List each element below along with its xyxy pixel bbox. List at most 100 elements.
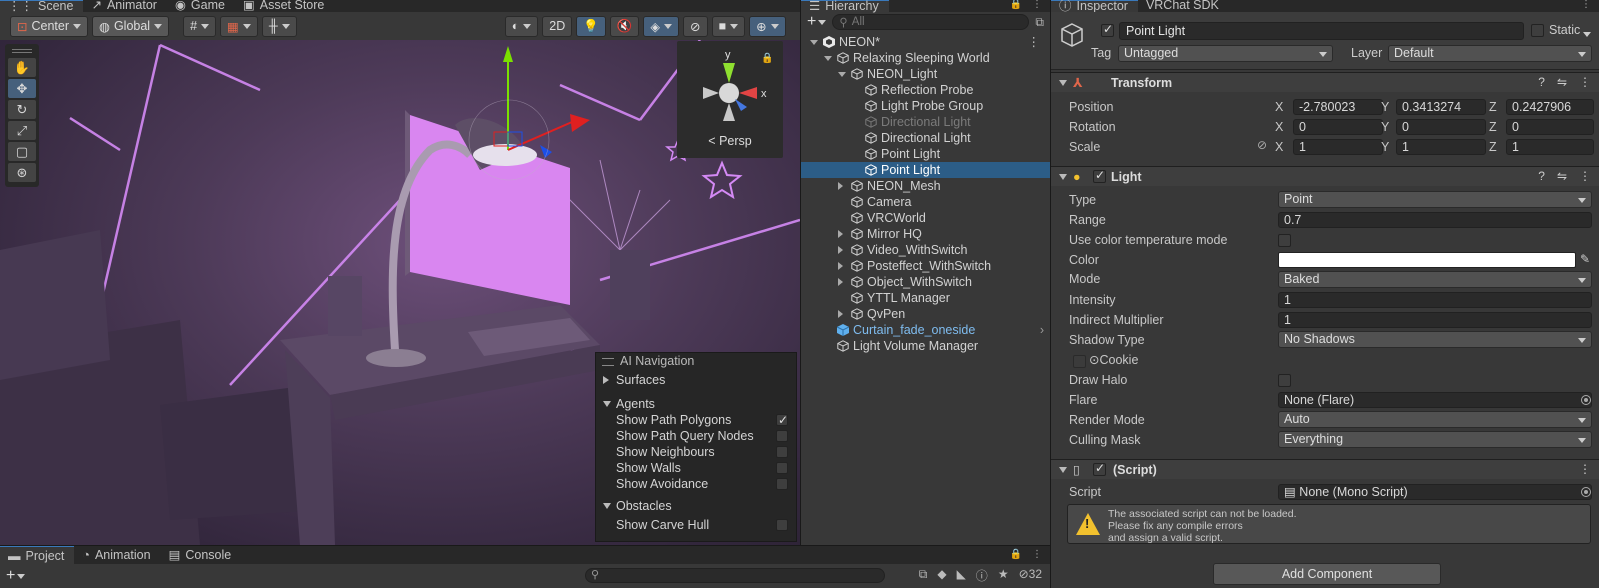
- hierarchy-item[interactable]: Relaxing Sleeping World: [801, 50, 1050, 66]
- expand-arrow-open-icon[interactable]: [824, 56, 832, 61]
- hierarchy-item[interactable]: Directional Light: [801, 130, 1050, 146]
- static-dropdown[interactable]: [1583, 26, 1591, 40]
- grid-snap-button[interactable]: #: [183, 15, 217, 37]
- obstacles-foldout[interactable]: Obstacles: [596, 498, 796, 514]
- kebab-icon[interactable]: ⋮: [1579, 169, 1591, 183]
- hierarchy-item[interactable]: Point Light: [801, 146, 1050, 162]
- kebab-icon[interactable]: ⋮: [1032, 550, 1042, 560]
- kebab-icon[interactable]: ⋮: [1028, 34, 1041, 50]
- expand-arrow-closed-icon[interactable]: [838, 182, 843, 190]
- axis-label-x[interactable]: X: [1275, 118, 1283, 136]
- tab-scene[interactable]: ⋮⋮ Scene: [0, 0, 84, 12]
- camera-dropdown[interactable]: ■: [711, 15, 746, 37]
- axis-label-z[interactable]: Z: [1489, 138, 1497, 156]
- hierarchy-item[interactable]: Point Light: [801, 162, 1050, 178]
- option-show-walls[interactable]: Show Walls: [596, 460, 796, 476]
- tab-animation[interactable]: ◔ Animation: [74, 546, 160, 564]
- cookie-foldout-checkbox[interactable]: [1073, 355, 1086, 368]
- script-picker-icon[interactable]: [1581, 487, 1591, 497]
- eyedropper-icon[interactable]: ✎: [1580, 252, 1590, 266]
- hierarchy-item[interactable]: Light Volume Manager: [801, 338, 1050, 354]
- scene-viewport[interactable]: ✋ ✥ ↻ ⤢ ▢ ⊛ y x 🔒 < Persp AI Navigation …: [0, 40, 800, 545]
- audio-toggle[interactable]: 🔇: [609, 15, 640, 37]
- kebab-icon[interactable]: ⋮: [1579, 75, 1591, 89]
- orientation-gizmo[interactable]: y x 🔒 < Persp: [677, 41, 783, 158]
- option-show-avoidance[interactable]: Show Avoidance: [596, 476, 796, 492]
- tab-project[interactable]: ▬ Project: [0, 546, 75, 564]
- position-z-field[interactable]: 0.2427906: [1506, 99, 1594, 115]
- help-icon[interactable]: ?: [1538, 75, 1545, 89]
- hierarchy-item[interactable]: Mirror HQ: [801, 226, 1050, 242]
- favorite-icon[interactable]: ★: [998, 567, 1009, 584]
- hierarchy-item[interactable]: Curtain_fade_oneside ›: [801, 322, 1050, 338]
- rotation-y-field[interactable]: 0: [1396, 119, 1486, 135]
- preset-icon[interactable]: ⇋: [1557, 169, 1567, 183]
- script-enabled-checkbox[interactable]: [1093, 461, 1106, 476]
- object-name-field[interactable]: Point Light: [1119, 22, 1524, 40]
- project-search-input[interactable]: ⚲: [585, 568, 885, 583]
- toggle-2d-button[interactable]: 2D: [542, 15, 573, 37]
- tag-dropdown[interactable]: Untagged: [1118, 45, 1333, 62]
- range-field[interactable]: 0.7: [1278, 212, 1592, 228]
- tab-animator[interactable]: ↗ Animator: [83, 0, 167, 12]
- kebab-icon[interactable]: ⋮: [1032, 0, 1042, 10]
- light-header[interactable]: ● Light ?⇋⋮: [1051, 166, 1599, 186]
- hierarchy-item[interactable]: VRCWorld: [801, 210, 1050, 226]
- position-x-field[interactable]: -2.780023: [1293, 99, 1383, 115]
- hierarchy-item[interactable]: Camera: [801, 194, 1050, 210]
- light-enabled-checkbox[interactable]: [1093, 168, 1106, 183]
- axis-label-x[interactable]: X: [1275, 138, 1283, 156]
- draw-mode-dropdown[interactable]: ◐: [504, 15, 539, 37]
- hierarchy-item[interactable]: QvPen: [801, 306, 1050, 322]
- overlay-title[interactable]: AI Navigation: [596, 353, 796, 369]
- agents-foldout[interactable]: Agents: [596, 396, 796, 412]
- transform-header[interactable]: ⅄ Transform ? ⇋ ⋮: [1051, 72, 1599, 92]
- draw-halo-checkbox[interactable]: [1278, 374, 1291, 387]
- scale-z-field[interactable]: 1: [1506, 139, 1594, 155]
- chevron-right-icon[interactable]: ›: [1040, 322, 1044, 338]
- hierarchy-search-input[interactable]: ⚲ All: [832, 14, 1030, 30]
- constrain-proportions-icon[interactable]: ⊘: [1257, 138, 1267, 152]
- expand-arrow-closed-icon[interactable]: [838, 246, 843, 254]
- hierarchy-item[interactable]: Object_WithSwitch: [801, 274, 1050, 290]
- rect-tool-button[interactable]: ▢: [8, 142, 36, 161]
- scale-x-field[interactable]: 1: [1293, 139, 1383, 155]
- tab-vrchat-sdk[interactable]: VRChat SDK: [1138, 0, 1229, 12]
- static-checkbox[interactable]: [1531, 24, 1544, 37]
- tab-hierarchy[interactable]: ☰ Hierarchy: [801, 0, 889, 12]
- culling-mask-dropdown[interactable]: Everything: [1278, 431, 1592, 448]
- create-button[interactable]: +: [807, 13, 827, 31]
- show-path-polygons-checkbox[interactable]: [776, 412, 788, 428]
- expand-arrow-open-icon[interactable]: [838, 72, 846, 77]
- hierarchy-item[interactable]: NEON* ⋮: [801, 34, 1050, 50]
- rotation-z-field[interactable]: 0: [1506, 119, 1594, 135]
- lock-icon[interactable]: 🔒: [1010, 0, 1022, 10]
- hierarchy-item[interactable]: Directional Light: [801, 114, 1050, 130]
- option-show-path-polygons[interactable]: Show Path Polygons: [596, 412, 796, 428]
- warning-filter-icon[interactable]: ⓘ: [976, 567, 988, 584]
- scale-tool-button[interactable]: ⤢: [8, 121, 36, 140]
- script-field[interactable]: ▤ None (Mono Script): [1278, 484, 1592, 500]
- hand-tool-button[interactable]: ✋: [8, 58, 36, 77]
- show-walls-checkbox[interactable]: [776, 462, 788, 474]
- ruler-button[interactable]: ╫: [261, 15, 297, 37]
- kebab-icon[interactable]: ⋮: [1581, 0, 1591, 10]
- intensity-field[interactable]: 1: [1278, 292, 1592, 308]
- render-mode-dropdown[interactable]: Auto: [1278, 411, 1592, 428]
- layer-dropdown[interactable]: Default: [1388, 45, 1592, 62]
- gizmos-dropdown[interactable]: ⊕: [749, 15, 786, 37]
- hierarchy-item[interactable]: Video_WithSwitch: [801, 242, 1050, 258]
- expand-arrow-closed-icon[interactable]: [838, 262, 843, 270]
- tab-inspector[interactable]: ⓘ Inspector: [1051, 0, 1138, 12]
- surfaces-foldout[interactable]: Surfaces: [596, 372, 796, 388]
- option-show-carve-hull[interactable]: Show Carve Hull: [596, 517, 796, 533]
- filter-icon[interactable]: ⧉: [1035, 15, 1044, 30]
- mode-dropdown[interactable]: Baked: [1278, 271, 1592, 288]
- rotate-tool-button[interactable]: ↻: [8, 100, 36, 119]
- option-show-neighbours[interactable]: Show Neighbours: [596, 444, 796, 460]
- effects-dropdown[interactable]: ◈: [643, 15, 680, 37]
- position-y-field[interactable]: 0.3413274: [1396, 99, 1486, 115]
- expand-arrow-open-icon[interactable]: [810, 40, 818, 45]
- add-component-button[interactable]: Add Component: [1213, 563, 1441, 585]
- hierarchy-item[interactable]: NEON_Light: [801, 66, 1050, 82]
